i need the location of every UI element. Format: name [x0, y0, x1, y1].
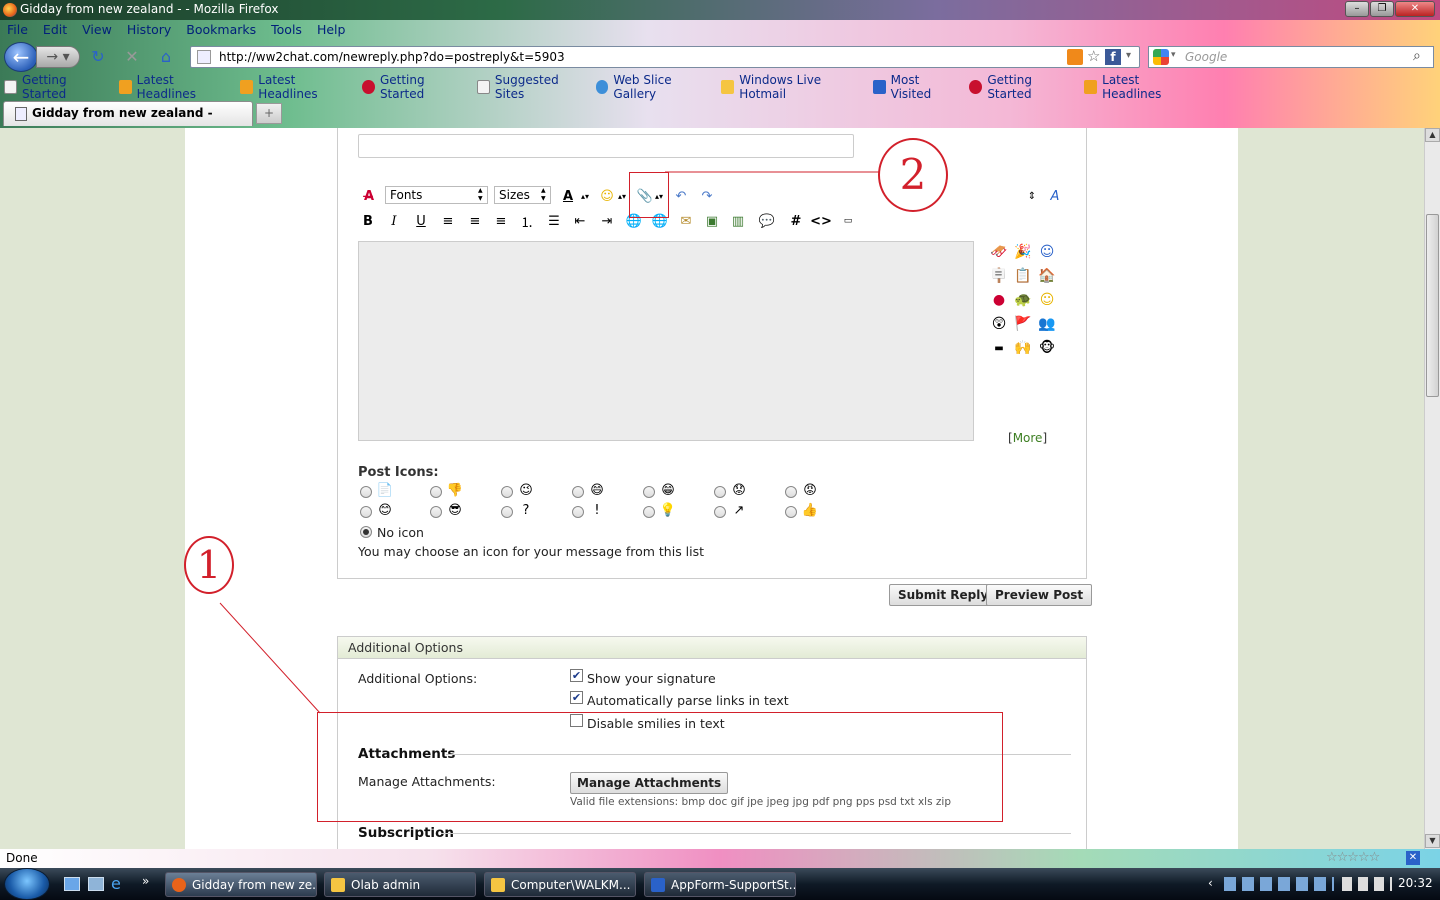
- post-icon-radio[interactable]: [643, 486, 655, 498]
- system-tray-icons[interactable]: [1342, 877, 1392, 891]
- post-icon-radio[interactable]: [360, 486, 372, 498]
- annotation-circle-2: 2: [878, 138, 948, 212]
- smile-icon: 😄: [590, 483, 604, 498]
- firefox-icon: [172, 878, 186, 892]
- post-icon-radio[interactable]: [501, 506, 513, 518]
- frown-icon: 😟: [732, 483, 746, 498]
- vertical-scrollbar[interactable]: ▲ ▼: [1424, 128, 1440, 849]
- post-icon-radio[interactable]: [643, 506, 655, 518]
- folder-icon: [491, 878, 505, 892]
- show-desktop-icon[interactable]: [64, 877, 80, 891]
- word-icon: [651, 878, 665, 892]
- thumbs-up-icon: 👍: [801, 503, 819, 518]
- switch-windows-icon[interactable]: [88, 877, 104, 891]
- annotation-box-2: [629, 172, 669, 218]
- rating-stars-icon: ☆☆☆☆☆: [1326, 850, 1380, 865]
- taskbar-item-firefox[interactable]: Gidday from new ze...: [165, 872, 317, 897]
- tray-expand-icon[interactable]: ‹: [1208, 876, 1213, 890]
- start-button[interactable]: [4, 868, 50, 900]
- wink-icon: 😉: [519, 483, 533, 498]
- folder-icon: [331, 878, 345, 892]
- grin-icon: 😁: [661, 483, 675, 498]
- document-icon: 📄: [376, 483, 394, 498]
- scroll-thumb[interactable]: [1426, 214, 1439, 397]
- post-icon-radio[interactable]: [430, 506, 442, 518]
- cool-icon: 😎: [448, 503, 462, 518]
- arrow-icon: ↗: [733, 503, 745, 518]
- status-text: Done: [6, 851, 38, 865]
- question-icon: ?: [522, 503, 530, 518]
- status-bar: Done ☆☆☆☆☆ ✕: [0, 849, 1440, 868]
- lightbulb-icon: 💡: [659, 503, 677, 518]
- post-icon-radio[interactable]: [785, 506, 797, 518]
- angry-icon: 😡: [803, 483, 817, 498]
- scroll-up-icon[interactable]: ▲: [1425, 128, 1440, 142]
- addon-icon[interactable]: ✕: [1406, 851, 1420, 865]
- exclamation-icon: !: [594, 503, 600, 518]
- annotation-lines: [219, 171, 880, 714]
- taskbar-item-word[interactable]: AppForm-SupportSt...: [644, 872, 796, 897]
- post-icon-radio[interactable]: [572, 486, 584, 498]
- post-icon-radio[interactable]: [430, 486, 442, 498]
- post-icon-radio[interactable]: [501, 486, 513, 498]
- post-icon-radio[interactable]: [572, 506, 584, 518]
- tray-icons[interactable]: [1224, 877, 1334, 891]
- post-icon-radio[interactable]: [360, 506, 372, 518]
- scroll-down-icon[interactable]: ▼: [1425, 834, 1440, 848]
- post-icon-radio[interactable]: [785, 486, 797, 498]
- taskbar-item-explorer[interactable]: Computer\WALKM...: [484, 872, 636, 897]
- ie-icon[interactable]: e: [111, 874, 121, 893]
- thumbs-down-icon: 👎: [446, 483, 464, 498]
- post-icon-radio[interactable]: [714, 486, 726, 498]
- annotation-line-1: [219, 602, 321, 714]
- quicklaunch-more-icon[interactable]: »: [142, 874, 149, 888]
- post-icon-radio[interactable]: [714, 506, 726, 518]
- happy-icon: 😊: [378, 503, 392, 518]
- clock[interactable]: 20:32: [1398, 876, 1433, 890]
- taskbar-item-folder[interactable]: Olab admin: [324, 872, 476, 897]
